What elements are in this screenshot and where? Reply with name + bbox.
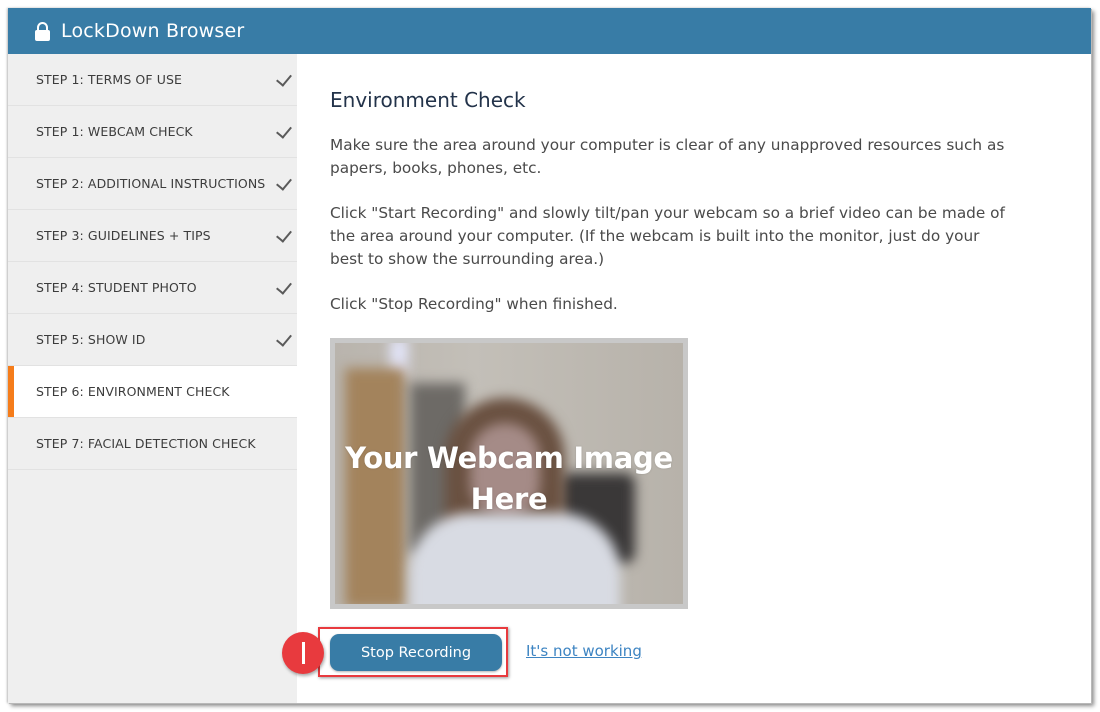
step-label: STEP 4: STUDENT PHOTO <box>36 280 197 295</box>
step-label: STEP 2: ADDITIONAL INSTRUCTIONS <box>36 176 266 191</box>
stop-recording-button[interactable]: Stop Recording <box>330 634 502 671</box>
checkmark-icon <box>276 70 292 87</box>
step-label: STEP 1: TERMS OF USE <box>36 72 183 87</box>
checkmark-icon <box>276 174 292 191</box>
page-title: Environment Check <box>330 88 526 112</box>
step-label: STEP 5: SHOW ID <box>36 332 146 347</box>
instruction-paragraph: Click "Start Recording" and slowly tilt/… <box>330 204 1005 268</box>
instruction-paragraph: Click "Stop Recording" when finished. <box>330 295 618 313</box>
checkmark-icon <box>276 226 292 243</box>
checkmark-icon <box>276 330 292 347</box>
action-row: Stop Recording It's not working <box>282 627 1030 682</box>
step-callout-badge <box>282 632 324 674</box>
step-label: STEP 3: GUIDELINES + TIPS <box>36 228 211 243</box>
sidebar-step-student-photo[interactable]: STEP 4: STUDENT PHOTO <box>8 262 297 314</box>
webcam-preview: Your Webcam Image Here <box>330 338 688 609</box>
sidebar-step-webcam-check[interactable]: STEP 1: WEBCAM CHECK <box>8 106 297 158</box>
step-label: STEP 6: ENVIRONMENT CHECK <box>36 384 230 399</box>
sidebar-step-environment-check[interactable]: STEP 6: ENVIRONMENT CHECK <box>8 366 297 418</box>
checkmark-icon <box>276 278 292 295</box>
main-content: Environment Check Make sure the area aro… <box>282 54 1050 677</box>
title-bar: LockDown Browser <box>8 8 1091 54</box>
lockdown-browser-window: LockDown Browser STEP 1: TERMS OF USE ST… <box>8 8 1091 703</box>
checkmark-icon <box>276 122 292 139</box>
its-not-working-link[interactable]: It's not working <box>526 642 642 660</box>
callout-number-1 <box>301 642 305 664</box>
step-label: STEP 7: FACIAL DETECTION CHECK <box>36 436 256 451</box>
webcam-image: Your Webcam Image Here <box>335 343 683 604</box>
webcam-placeholder-text: Your Webcam Image Here <box>345 441 673 516</box>
sidebar-step-terms-of-use[interactable]: STEP 1: TERMS OF USE <box>8 54 297 106</box>
sidebar-step-guidelines-tips[interactable]: STEP 3: GUIDELINES + TIPS <box>8 210 297 262</box>
sidebar-step-additional-instructions[interactable]: STEP 2: ADDITIONAL INSTRUCTIONS <box>8 158 297 210</box>
app-title: LockDown Browser <box>61 20 245 42</box>
step-label: STEP 1: WEBCAM CHECK <box>36 124 193 139</box>
sidebar-step-facial-detection-check[interactable]: STEP 7: FACIAL DETECTION CHECK <box>8 418 297 470</box>
steps-sidebar: STEP 1: TERMS OF USE STEP 1: WEBCAM CHEC… <box>8 54 297 703</box>
sidebar-step-show-id[interactable]: STEP 5: SHOW ID <box>8 314 297 366</box>
instruction-paragraph: Make sure the area around your computer … <box>330 136 1005 177</box>
lock-icon <box>35 21 50 41</box>
